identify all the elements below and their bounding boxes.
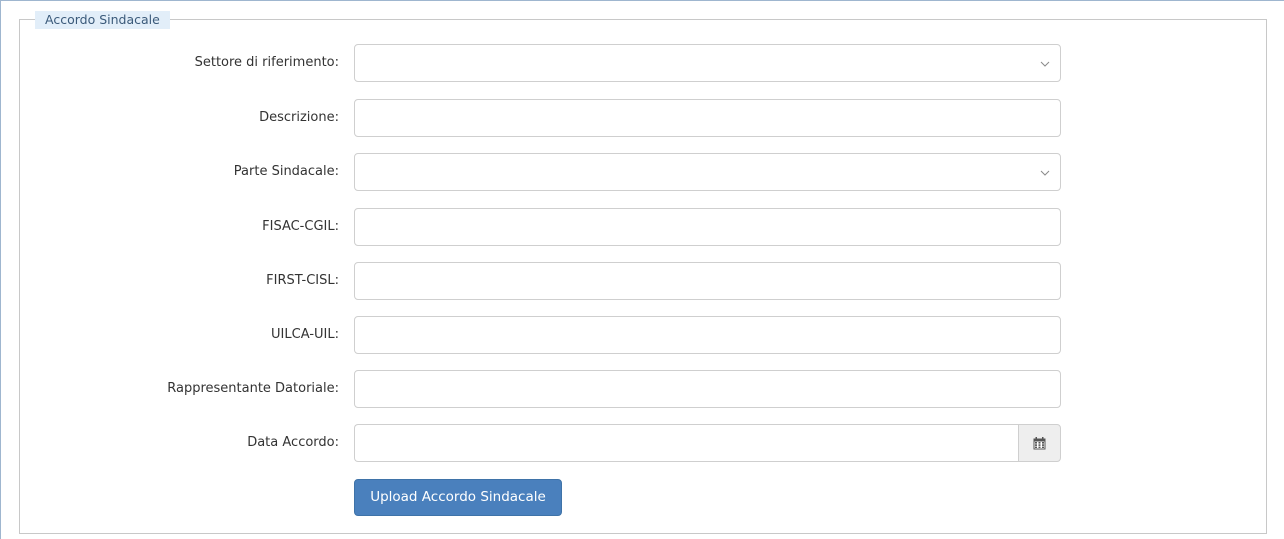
row-data-accordo: Data Accordo: [20,424,1260,462]
rappresentante-input[interactable] [354,370,1061,408]
uilca-uil-input[interactable] [354,316,1061,354]
descrizione-label: Descrizione: [259,110,339,125]
first-cisl-input[interactable] [354,262,1061,300]
data-accordo-group [354,424,1061,462]
rappresentante-label: Rappresentante Datoriale: [167,381,339,396]
row-parte-sindacale: Parte Sindacale: [20,153,1260,191]
settore-select[interactable] [354,44,1061,82]
upload-accordo-button[interactable]: Upload Accordo Sindacale [354,479,562,516]
row-descrizione: Descrizione: [20,99,1260,137]
row-rappresentante: Rappresentante Datoriale: [20,370,1260,408]
uilca-uil-label: UILCA-UIL: [271,327,339,342]
settore-label: Settore di riferimento: [194,55,339,70]
row-first-cisl: FIRST-CISL: [20,262,1260,300]
descrizione-input[interactable] [354,99,1061,137]
chevron-down-icon [1040,61,1050,67]
calendar-icon [1033,436,1046,449]
fisac-cgil-input[interactable] [354,208,1061,246]
row-fisac-cgil: FISAC-CGIL: [20,208,1260,246]
data-accordo-input[interactable] [354,424,1018,462]
fieldset-legend: Accordo Sindacale [35,11,170,29]
row-uilca-uil: UILCA-UIL: [20,316,1260,354]
row-settore: Settore di riferimento: [20,44,1260,82]
data-accordo-label: Data Accordo: [247,435,339,450]
fisac-cgil-label: FISAC-CGIL: [262,219,339,234]
parte-sindacale-label: Parte Sindacale: [233,164,339,179]
first-cisl-label: FIRST-CISL: [266,273,339,288]
parte-sindacale-select[interactable] [354,153,1061,191]
chevron-down-icon [1040,170,1050,176]
date-picker-button[interactable] [1018,424,1061,462]
